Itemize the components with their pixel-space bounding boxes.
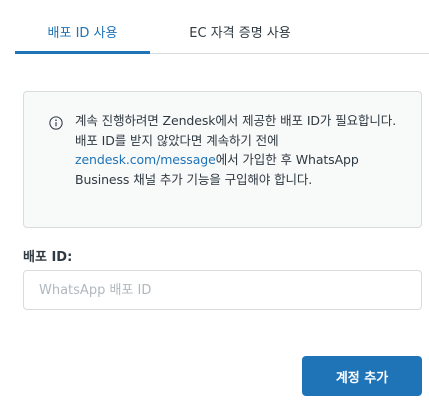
- tab-deployment-id[interactable]: 배포 ID 사용: [15, 14, 150, 54]
- deployment-id-label: 배포 ID:: [23, 250, 73, 265]
- add-account-button[interactable]: 계정 추가: [302, 356, 422, 396]
- info-notice: 계속 진행하려면 Zendesk에서 제공한 배포 ID가 필요합니다. 배포 …: [23, 91, 422, 228]
- info-icon: [49, 116, 63, 130]
- notice-text-before: 계속 진행하려면 Zendesk에서 제공한 배포 ID가 필요합니다. 배포 …: [75, 113, 397, 148]
- add-account-panel: 배포 ID 사용 EC 자격 증명 사용 계속 진행하려면 Zendesk에서 …: [0, 0, 429, 406]
- tab-ec-credentials[interactable]: EC 자격 증명 사용: [165, 14, 315, 54]
- deployment-id-input[interactable]: [23, 270, 422, 310]
- tab-bar: 배포 ID 사용 EC 자격 증명 사용: [15, 14, 429, 54]
- signup-link[interactable]: zendesk.com/message: [75, 152, 216, 167]
- notice-message: 계속 진행하려면 Zendesk에서 제공한 배포 ID가 필요합니다. 배포 …: [75, 111, 405, 189]
